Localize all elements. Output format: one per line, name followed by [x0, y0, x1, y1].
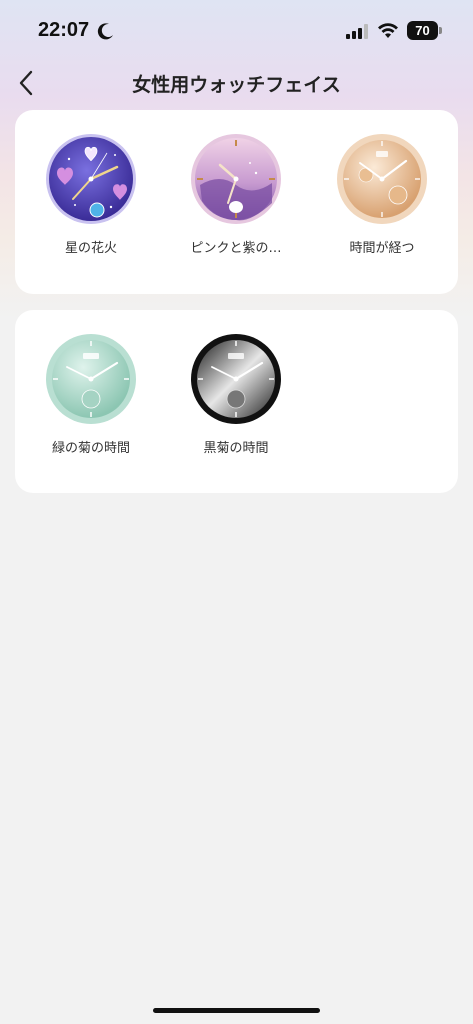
watch-face-preview: [46, 334, 136, 424]
watch-face-label: 星の花火: [64, 241, 117, 256]
battery-level: 70: [415, 23, 430, 38]
watch-face-label: 緑の菊の時間: [51, 441, 130, 456]
battery-cap: [439, 27, 442, 34]
signal-icon: [346, 24, 368, 39]
wifi-icon: [378, 23, 398, 38]
watch-face-item[interactable]: 黒菊の時間: [166, 333, 306, 456]
watch-face-group-1: 星の花火 ピンクと紫の… 時間が経つ: [15, 110, 458, 294]
watch-face-label: ピンクと紫の…: [190, 241, 282, 256]
watch-face-item[interactable]: ピンクと紫の…: [166, 133, 306, 256]
watch-face-label: 時間が経つ: [349, 241, 415, 256]
page-title: 女性用ウォッチフェイス: [132, 74, 341, 96]
watch-face-group-2: 緑の菊の時間 黒菊の時間: [15, 310, 458, 493]
battery-icon: 70: [407, 21, 438, 40]
watch-face-item[interactable]: 緑の菊の時間: [21, 333, 161, 456]
status-bar: 22:07 70: [0, 0, 473, 62]
watch-face-item[interactable]: 時間が経つ: [312, 133, 452, 256]
watch-face-preview: [191, 134, 281, 224]
watch-face-preview: [337, 134, 427, 224]
status-time: 22:07: [38, 19, 90, 41]
moon-icon: [97, 23, 113, 40]
home-indicator[interactable]: [153, 1008, 320, 1013]
watch-face-item[interactable]: 星の花火: [21, 133, 161, 256]
watch-face-label: 黒菊の時間: [203, 441, 269, 456]
watch-face-preview: [46, 134, 136, 224]
watch-face-preview: [191, 334, 281, 424]
